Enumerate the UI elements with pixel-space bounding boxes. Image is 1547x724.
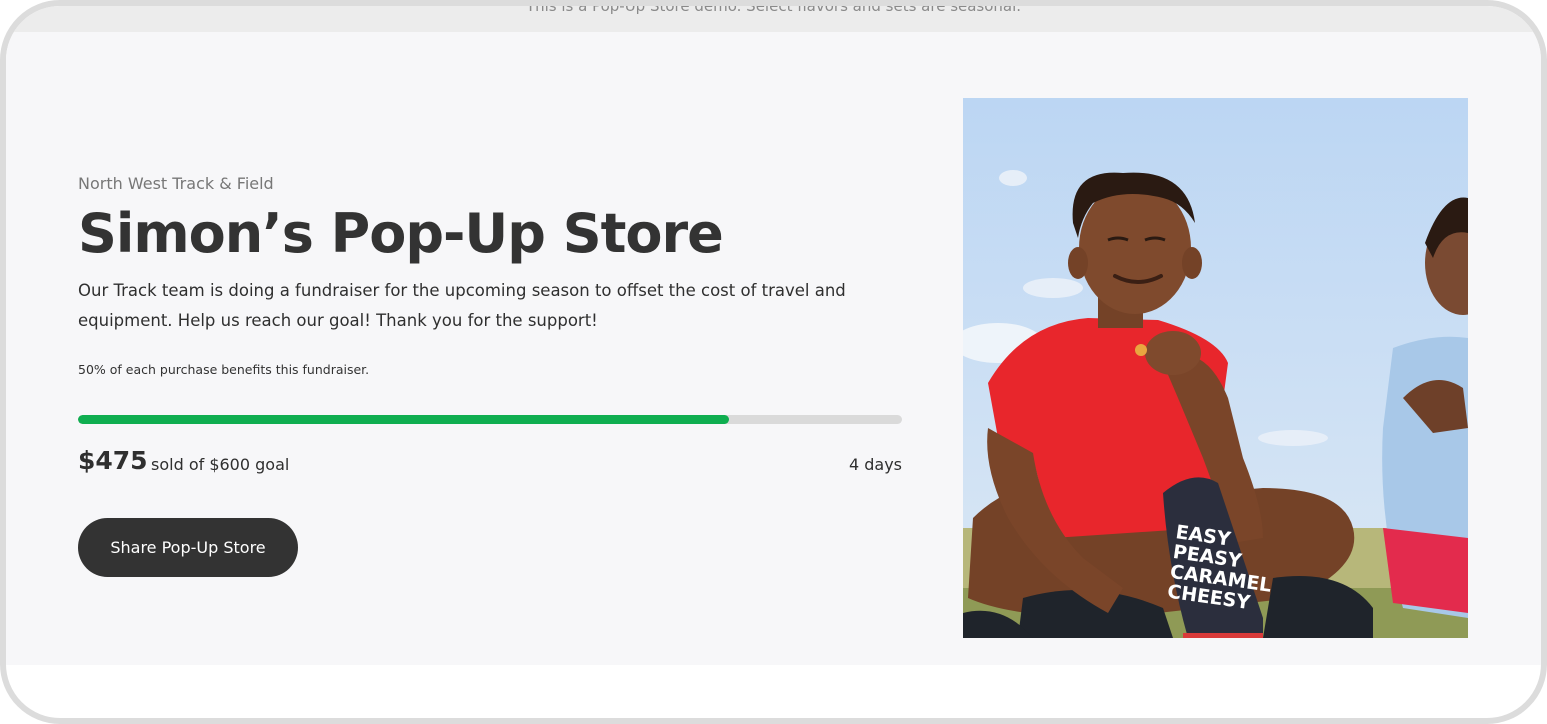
cloud [1258, 430, 1328, 446]
top-notice-banner: This is a Pop-Up Store demo. Select flav… [6, 6, 1541, 32]
popcorn-kernel [1135, 344, 1147, 356]
goal-text: sold of $600 goal [151, 455, 290, 474]
time-remaining: 4 days [848, 455, 902, 474]
page-title: Simon’s Pop-Up Store [78, 202, 724, 265]
benefit-note: 50% of each purchase benefits this fundr… [78, 362, 370, 377]
hero-photo: EASYPEASYCARAMELCHEESY [963, 98, 1468, 638]
amount-sold: $475 [78, 446, 148, 475]
second-child-shorts [1383, 528, 1468, 613]
fundraiser-stats: $475 sold of $600 goal 4 days [78, 446, 902, 482]
fundraiser-progress-bar [78, 415, 902, 424]
child-ear-right [1182, 247, 1202, 279]
store-description: Our Track team is doing a fundraiser for… [78, 281, 846, 330]
kids-eating-popcorn-illustration: EASYPEASYCARAMELCHEESY [963, 98, 1468, 638]
popup-store-hero: North West Track & Field Simon’s Pop-Up … [6, 32, 1541, 665]
share-popup-store-button[interactable]: Share Pop-Up Store [78, 518, 298, 577]
organization-name: North West Track & Field [78, 174, 274, 193]
fundraiser-progress-fill [78, 415, 729, 424]
popcorn-bag-stripe [1183, 633, 1263, 638]
cloud [999, 170, 1027, 186]
cloud [1023, 278, 1083, 298]
browser-frame: This is a Pop-Up Store demo. Select flav… [0, 0, 1547, 724]
child-hand [1145, 331, 1201, 375]
banner-text: This is a Pop-Up Store demo. Select flav… [525, 6, 1022, 15]
child-ear-left [1068, 247, 1088, 279]
